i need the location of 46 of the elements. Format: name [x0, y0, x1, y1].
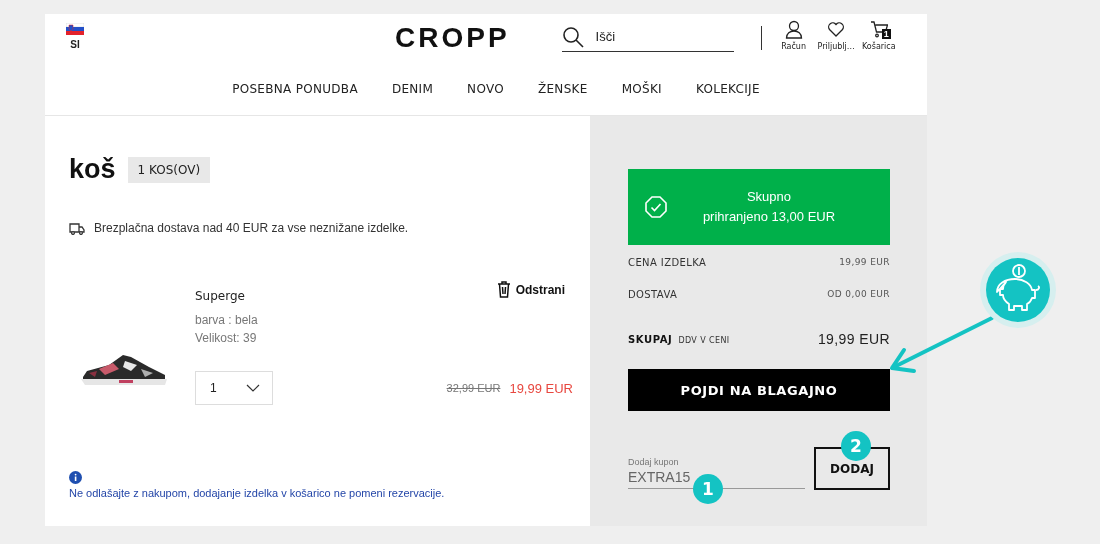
- nav-link[interactable]: POSEBNA PONUDBA: [232, 82, 358, 96]
- search-field[interactable]: Išči: [583, 22, 734, 52]
- shipping-note: Brezplačna dostava nad 40 EUR za vse neznižane izdelke.: [94, 221, 409, 235]
- tax-note: DDV V CENI: [678, 335, 730, 345]
- summary-label: DOSTAVA: [628, 288, 678, 300]
- quantity-dropdown[interactable]: 1: [195, 371, 273, 405]
- summary-value: 19,99 EUR: [839, 257, 890, 267]
- truck-icon: [69, 221, 85, 235]
- field-label: Dodaj kupon: [628, 457, 680, 467]
- locale-label[interactable]: SI: [70, 39, 80, 50]
- step-marker: 1: [693, 474, 723, 504]
- flag-icon: [66, 23, 84, 35]
- step-marker: 2: [841, 431, 871, 461]
- nav-link[interactable]: DENIM: [391, 82, 434, 96]
- sale-price: 19,99 EUR: [509, 380, 573, 396]
- trash-icon: [496, 281, 511, 298]
- user-icon: [784, 20, 803, 39]
- nav-link[interactable]: KOLEKCIJE: [695, 82, 760, 96]
- cart-count-badge: 1: [881, 29, 891, 39]
- account-link[interactable]: Košarica 1: [860, 20, 897, 51]
- summary-label: CENA IZDELKA: [628, 256, 707, 268]
- checkout-button[interactable]: POJDI NA BLAGAJNO: [628, 369, 890, 411]
- nav-link[interactable]: ŽENSKE: [537, 82, 588, 96]
- logo[interactable]: CROPP: [395, 22, 510, 54]
- savings-amount: prihranjeno 13,00 EUR: [701, 208, 837, 226]
- savings-title: Skupno: [745, 188, 793, 206]
- summary-value: 19,99 EUR: [817, 331, 890, 347]
- chevron-down-icon: [246, 384, 260, 392]
- item-count-badge: 1 KOS(OV): [127, 156, 211, 183]
- remove-button[interactable]: Odstrani: [496, 281, 565, 298]
- reservation-notice: Ne odlašajte z nakupom, dodajanje izdelka v košarico ne pomeni rezervacije.: [69, 487, 446, 499]
- summary-label: SKUPAJ: [628, 333, 673, 345]
- account-link[interactable]: Priljublj…: [817, 20, 855, 51]
- summary-value: OD 0,00 EUR: [827, 289, 890, 299]
- cart-title: koš: [69, 154, 116, 185]
- heart-icon: [827, 20, 846, 39]
- old-price: 32,99 EUR: [446, 382, 501, 394]
- account-link[interactable]: Račun: [775, 20, 812, 51]
- nav-link[interactable]: NOVO: [467, 82, 504, 96]
- info-icon: [69, 471, 82, 484]
- product-size: Velikost: 39: [195, 330, 258, 347]
- nav-link[interactable]: MOŠKI: [621, 82, 662, 96]
- product-color: barva : bela: [195, 312, 258, 329]
- product-name[interactable]: Superge: [195, 289, 258, 303]
- check-badge-icon: [644, 195, 668, 219]
- piggy-bank-icon: [980, 252, 1056, 328]
